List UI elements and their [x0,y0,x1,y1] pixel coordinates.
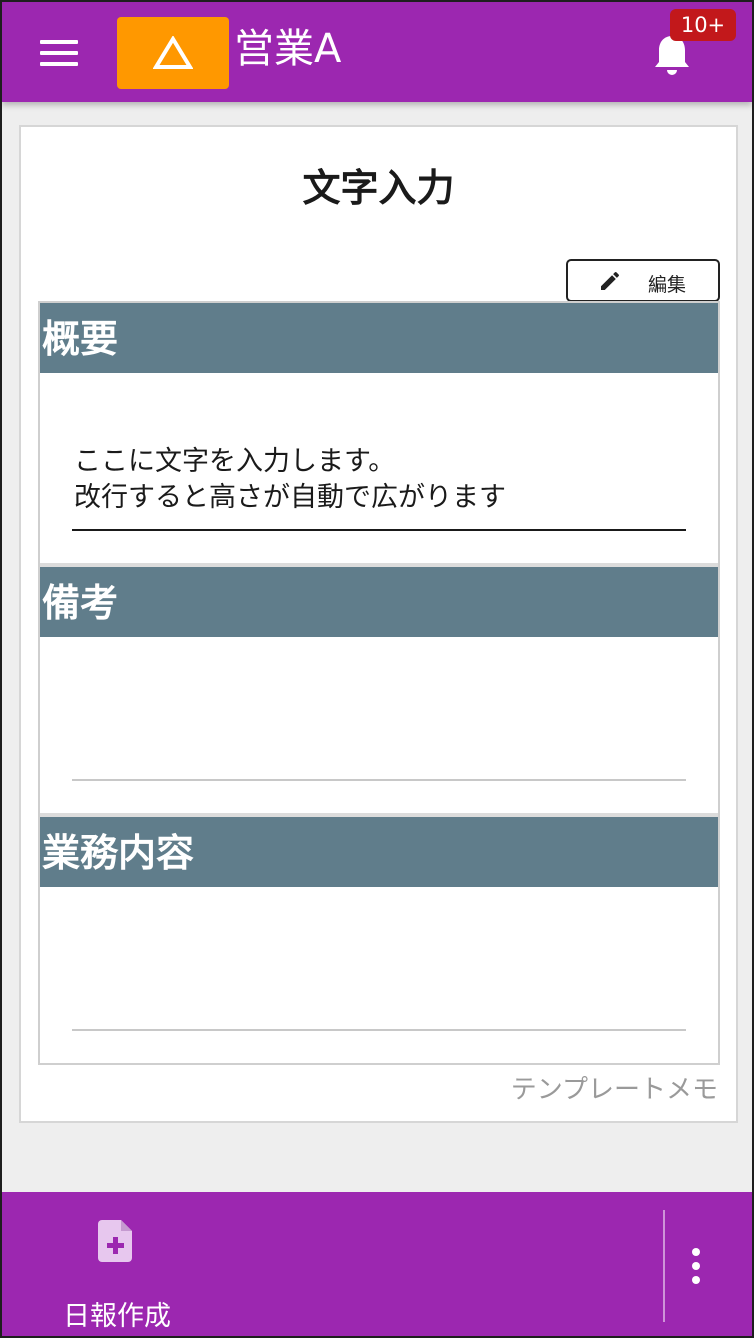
edit-button[interactable]: 編集 [566,259,720,302]
more-vertical-icon[interactable] [682,1244,710,1288]
section-heading: 備考 [40,567,718,637]
create-report-button[interactable]: 日報作成 [42,1214,192,1332]
template-memo-link[interactable]: テンプレートメモ [511,1069,718,1106]
section-overview: 概要 [40,303,718,373]
overview-text-line[interactable]: ここに文字を入力します。 [74,443,395,481]
hamburger-menu-icon[interactable] [40,38,80,68]
page-title: 文字入力 [302,166,455,210]
pencil-icon [601,271,620,290]
add-document-icon [98,1220,132,1262]
overview-field-underline [72,529,686,531]
warning-triangle-icon [153,36,193,69]
app-title: 営業A [234,26,342,72]
section-heading: 業務内容 [40,817,718,887]
app-screen: 営業A 10+ 文字入力 編集 概要 ここに文字を入力します。 改行すると高さが… [0,0,754,1338]
section-work-content: 業務内容 [40,817,718,887]
content-card: 文字入力 編集 概要 ここに文字を入力します。 改行すると高さが自動で広がります… [19,125,738,1123]
edit-label: 編集 [648,274,687,296]
create-report-label: 日報作成 [63,1301,171,1332]
app-bar: 営業A 10+ [2,2,752,102]
warning-button[interactable] [117,17,229,89]
remarks-input[interactable] [72,737,686,781]
work-content-input[interactable] [72,987,686,1031]
memo-form: 概要 ここに文字を入力します。 改行すると高さが自動で広がります 備考 業務内容 [38,301,720,1065]
overview-text-line[interactable]: 改行すると高さが自動で広がります [74,479,506,517]
notification-badge: 10+ [670,9,736,41]
bottom-bar: 日報作成 [2,1192,752,1336]
section-remarks: 備考 [40,567,718,637]
section-heading: 概要 [40,303,718,373]
bottom-divider [663,1210,665,1322]
